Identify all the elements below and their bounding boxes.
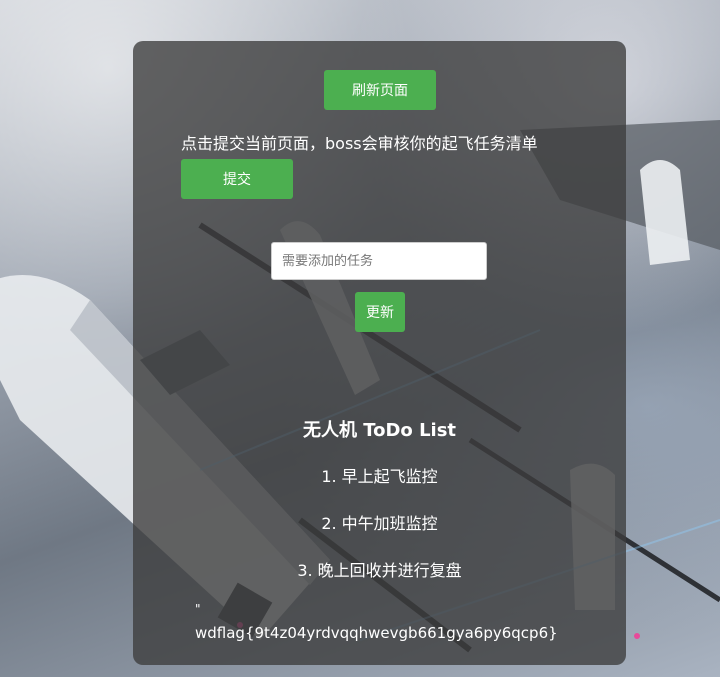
output-quote-mark: " — [195, 602, 201, 616]
submit-hint-text: 点击提交当前页面，boss会审核你的起飞任务清单 — [181, 134, 538, 153]
flag-output-text: wdflag{9t4z04yrdvqqhwevgb661gya6py6qcp6} — [195, 624, 558, 642]
todo-list-title: 无人机 ToDo List — [302, 420, 457, 441]
update-button[interactable]: 更新 — [355, 292, 405, 332]
todo-item: 3. 晚上回收并进行复盘 — [297, 561, 462, 580]
todo-item: 2. 中午加班监控 — [321, 514, 438, 533]
refresh-page-button[interactable]: 刷新页面 — [324, 70, 436, 110]
todo-list: 1. 早上起飞监控 2. 中午加班监控 3. 晚上回收并进行复盘 — [133, 466, 626, 607]
task-input[interactable] — [271, 242, 487, 280]
todo-item: 1. 早上起飞监控 — [321, 467, 438, 486]
submit-button[interactable]: 提交 — [181, 159, 293, 199]
